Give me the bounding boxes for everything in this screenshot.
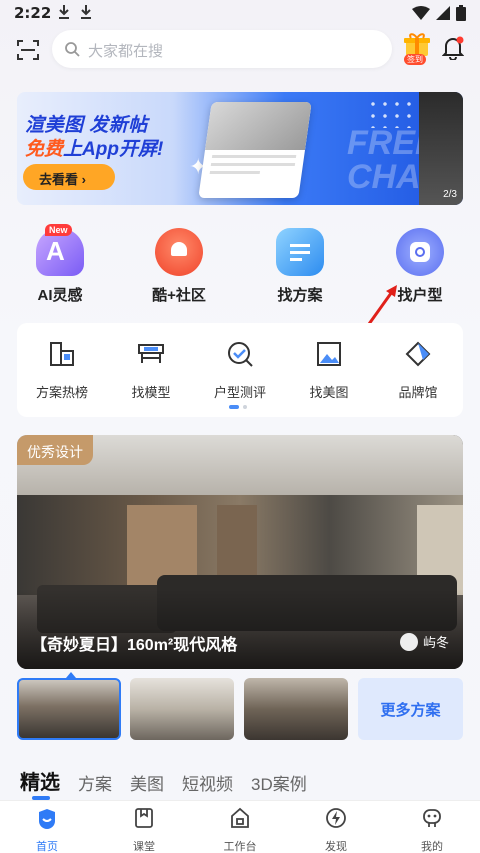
image-icon bbox=[317, 342, 341, 366]
nav-home[interactable]: 首页 bbox=[17, 807, 77, 853]
page-dot-active bbox=[229, 405, 239, 409]
quick-action-label: 酷+社区 bbox=[152, 287, 206, 304]
banner-page-indicator: 2/3 bbox=[443, 189, 457, 200]
annotation-arrow bbox=[367, 285, 397, 325]
tool-label: 方案热榜 bbox=[35, 385, 88, 400]
nav-discover[interactable]: 发现 bbox=[306, 807, 366, 853]
tool-ranking[interactable]: 方案热榜 bbox=[17, 339, 107, 401]
status-bar: 2:22 bbox=[0, 0, 480, 28]
banner-post-card bbox=[198, 102, 312, 198]
banner-card-line bbox=[209, 171, 261, 174]
tool-brand-hall[interactable]: 品牌馆 bbox=[373, 339, 463, 401]
avatar bbox=[399, 632, 418, 651]
battery-icon bbox=[456, 5, 466, 21]
banner-go-button[interactable]: 去看看 › bbox=[23, 164, 115, 190]
tool-label: 户型测评 bbox=[213, 385, 266, 400]
more-plans-button[interactable]: 更多方案 bbox=[358, 678, 463, 740]
ranking-icon bbox=[50, 342, 74, 366]
tool-label: 品牌馆 bbox=[398, 385, 438, 400]
checkin-button[interactable]: 签到 bbox=[403, 32, 431, 66]
signal-icon bbox=[436, 6, 450, 20]
profile-icon bbox=[423, 809, 441, 827]
floorplan-icon bbox=[396, 228, 444, 276]
design-thumbnail[interactable] bbox=[130, 678, 234, 740]
banner-headline: 渲美图 发新帖 bbox=[25, 115, 148, 136]
page-dot bbox=[243, 405, 247, 409]
design-thumbnail[interactable] bbox=[17, 678, 121, 740]
tab-plans[interactable]: 方案 bbox=[78, 770, 112, 795]
nav-label: 首页 bbox=[36, 841, 58, 853]
promo-banner[interactable]: FREE CHA 渲美图 发新帖 免费上App开屏! 去看看 › ✦ 2/3 bbox=[17, 92, 463, 205]
brand-icon bbox=[405, 341, 431, 367]
featured-design-card[interactable]: 优秀设计 【奇妙夏日】160m²现代风格 屿冬 bbox=[17, 435, 463, 669]
quick-action-ai-inspiration[interactable]: A New AI灵感 bbox=[15, 224, 105, 305]
tools-page-indicator bbox=[229, 405, 247, 409]
banner-card-line bbox=[211, 155, 297, 158]
download-icon bbox=[81, 5, 91, 19]
quick-action-label: AI灵感 bbox=[37, 287, 83, 304]
evaluation-icon bbox=[228, 342, 253, 367]
search-icon bbox=[65, 42, 80, 57]
banner-highlight: 免费 bbox=[25, 139, 64, 160]
download-icon bbox=[59, 5, 69, 19]
nav-profile[interactable]: 我的 bbox=[402, 807, 462, 853]
nav-label: 课堂 bbox=[133, 841, 155, 853]
tool-label: 找模型 bbox=[131, 385, 171, 400]
banner-card-image bbox=[205, 102, 312, 150]
featured-title: 【奇妙夏日】160m²现代风格 bbox=[31, 637, 238, 654]
nav-workbench[interactable]: 工作台 bbox=[210, 807, 270, 853]
quick-action-label: 找方案 bbox=[277, 287, 323, 304]
nav-label: 工作台 bbox=[223, 841, 257, 853]
tab-short-video[interactable]: 短视频 bbox=[182, 770, 233, 795]
community-icon bbox=[155, 228, 203, 276]
discover-icon bbox=[326, 808, 346, 828]
featured-tag: 优秀设计 bbox=[17, 435, 93, 465]
plan-icon bbox=[276, 228, 324, 276]
tools-card: 方案热榜 找模型 户型测评 找美图 品牌馆 bbox=[17, 323, 463, 417]
banner-card-line bbox=[210, 163, 296, 166]
tab-featured[interactable]: 精选 bbox=[20, 766, 60, 795]
tool-evaluation[interactable]: 户型测评 bbox=[195, 339, 285, 401]
new-badge: New bbox=[45, 224, 72, 236]
scan-icon[interactable] bbox=[16, 38, 40, 62]
tool-find-image[interactable]: 找美图 bbox=[284, 339, 374, 401]
model-icon bbox=[138, 344, 164, 363]
classroom-icon bbox=[135, 808, 153, 828]
nav-classroom[interactable]: 课堂 bbox=[114, 807, 174, 853]
quick-action-community[interactable]: 酷+社区 bbox=[134, 228, 224, 305]
category-tabs: 精选 方案 美图 短视频 3D案例 bbox=[20, 766, 307, 795]
tool-label: 找美图 bbox=[309, 385, 349, 400]
design-thumbnail[interactable] bbox=[244, 678, 348, 740]
tool-find-model[interactable]: 找模型 bbox=[106, 339, 196, 401]
search-placeholder: 大家都在搜 bbox=[88, 43, 164, 60]
featured-author[interactable]: 屿冬 bbox=[399, 632, 449, 651]
workbench-icon bbox=[231, 807, 249, 828]
banner-subheadline: 免费上App开屏! bbox=[25, 134, 163, 161]
banner-subheadline-rest: 上App开屏! bbox=[63, 139, 164, 160]
notification-bell-icon[interactable] bbox=[442, 36, 464, 60]
header: 大家都在搜 签到 bbox=[0, 28, 480, 72]
home-icon bbox=[39, 809, 55, 829]
author-name: 屿冬 bbox=[422, 635, 449, 650]
status-time: 2:22 bbox=[14, 4, 52, 22]
search-input[interactable]: 大家都在搜 bbox=[52, 30, 392, 68]
tab-3d-cases[interactable]: 3D案例 bbox=[251, 770, 307, 795]
checkin-badge: 签到 bbox=[404, 54, 426, 65]
nav-label: 发现 bbox=[325, 841, 347, 853]
quick-actions: A New AI灵感 酷+社区 找方案 找户型 bbox=[0, 224, 480, 308]
quick-action-find-plan[interactable]: 找方案 bbox=[255, 228, 345, 305]
nav-label: 我的 bbox=[421, 841, 443, 853]
tab-images[interactable]: 美图 bbox=[130, 770, 164, 795]
wifi-icon bbox=[412, 6, 430, 20]
bottom-nav: 首页 课堂 工作台 发现 我的 bbox=[0, 800, 480, 853]
feature-photo-shade bbox=[17, 589, 463, 669]
